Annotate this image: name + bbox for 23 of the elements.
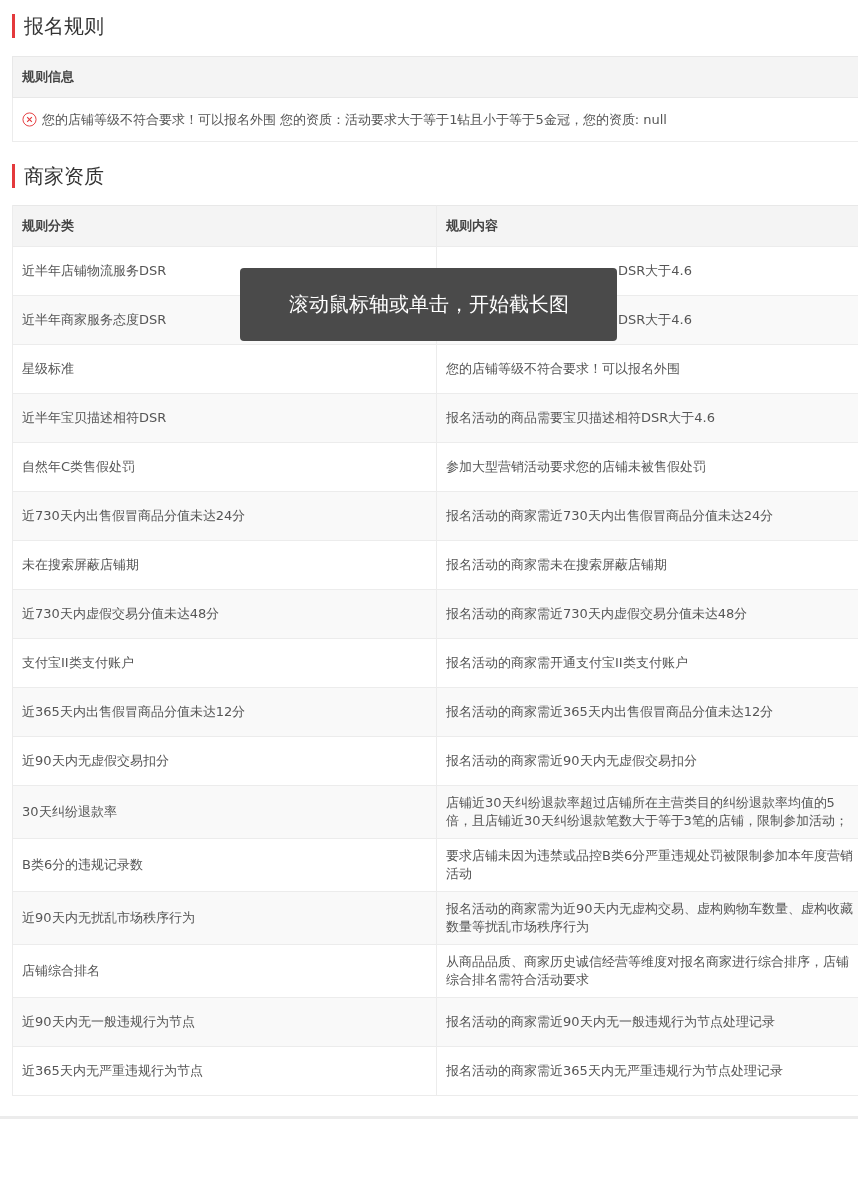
table-cell: 近365天内出售假冒商品分值未达12分	[13, 688, 437, 737]
table-cell: 报名活动的商家需为近90天内无虚构交易、虚构购物车数量、虚构收藏数量等扰乱市场秩序行为	[437, 892, 858, 945]
table-cell: 近365天内无严重违规行为节点	[13, 1047, 437, 1096]
table-cell: 近730天内出售假冒商品分值未达24分	[13, 492, 437, 541]
table-cell: 店铺近30天纠纷退款率超过店铺所在主营类目的纠纷退款率均值的5倍，且店铺近30天纠纷退款笔数大于等于3笔的店铺，限制参加活动；	[437, 786, 858, 839]
table-header: 规则信息	[12, 56, 858, 98]
table-cell: 报名活动的商家需近730天内出售假冒商品分值未达24分	[437, 492, 858, 541]
table-cell: 报名活动的商家需近90天内无一般违规行为节点处理记录	[437, 998, 858, 1047]
screenshot-hint-tooltip: 滚动鼠标轴或单击，开始截长图	[240, 268, 617, 341]
rule-message: 您的店铺等级不符合要求！可以报名外围 您的资质：活动要求大于等于1钻且小于等于5金冠，您的资质: null	[42, 110, 667, 129]
column-header: 规则分类	[13, 205, 437, 247]
table-cell: 30天纠纷退款率	[13, 786, 437, 839]
column-header: 规则内容	[437, 205, 858, 247]
section-title: 商家资质	[12, 164, 104, 188]
table-cell: 报名活动的商家需近365天内出售假冒商品分值未达12分	[437, 688, 858, 737]
table-cell: 报名活动的商家需近730天内虚假交易分值未达48分	[437, 590, 858, 639]
table-cell: 近730天内虚假交易分值未达48分	[13, 590, 437, 639]
table-cell: 报名活动的商品需要宝贝描述相符DSR大于4.6	[437, 394, 858, 443]
table-cell: 报名活动的商家需近365天内无严重违规行为节点处理记录	[437, 1047, 858, 1096]
table-cell: 近半年宝贝描述相符DSR	[13, 394, 437, 443]
table-cell: 近90天内无一般违规行为节点	[13, 998, 437, 1047]
table-cell: 近90天内无扰乱市场秩序行为	[13, 892, 437, 945]
section-title: 报名规则	[12, 14, 104, 38]
